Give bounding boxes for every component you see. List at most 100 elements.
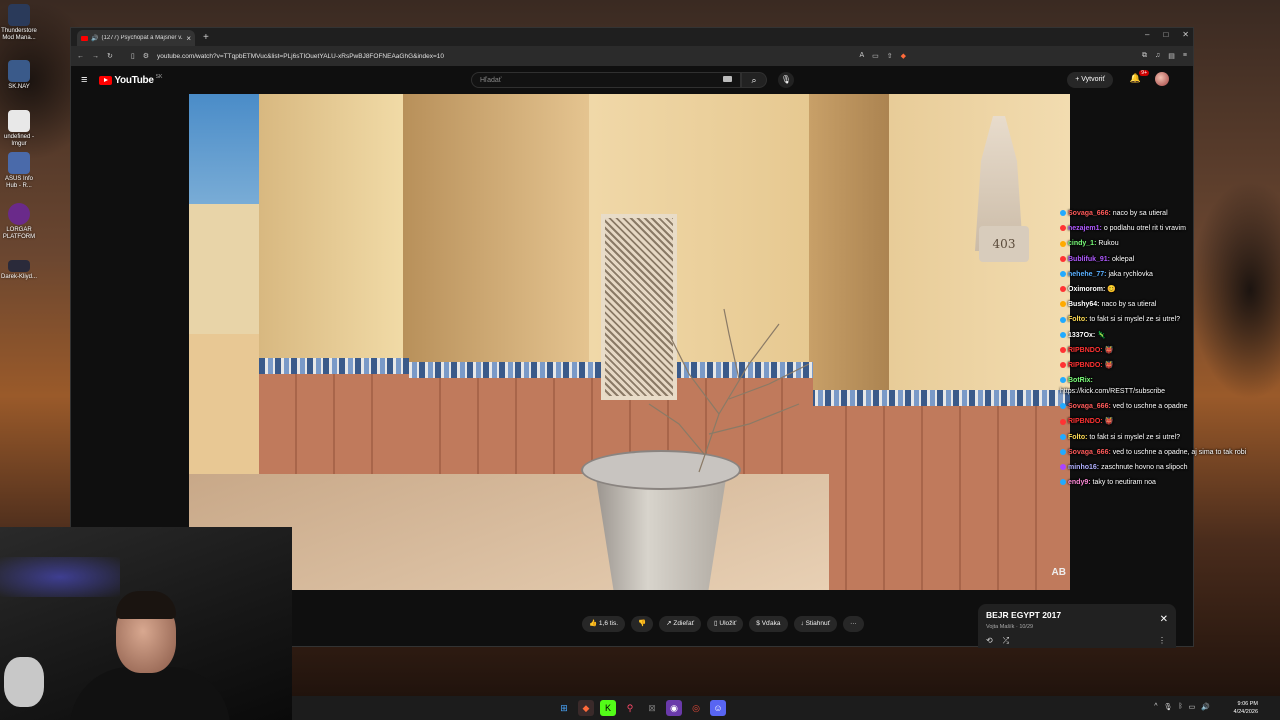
minimize-button[interactable]: – xyxy=(1145,30,1149,39)
chat-username: Sovaga_666: xyxy=(1068,210,1111,217)
tab-close-icon[interactable]: × xyxy=(186,34,191,43)
chat-username: cindy_1: xyxy=(1068,240,1097,248)
video-tile-wall-3 xyxy=(809,406,1070,590)
shuffle-icon[interactable]: ⤮ xyxy=(1003,636,1009,646)
share-button[interactable]: ↗ Zdieľať xyxy=(659,616,702,632)
search-icon: ⌕ xyxy=(751,75,757,85)
loop-icon[interactable]: ⟲ xyxy=(986,636,993,646)
chat-line: 1337Ox: 🦎 xyxy=(1060,328,1260,343)
brave-browser-icon[interactable]: ◆ xyxy=(578,700,594,716)
desktop-icon-label: SK.NAY xyxy=(8,84,30,90)
url-text[interactable]: youtube.com/watch?v=TTqpbETMVuc&list=PLj… xyxy=(157,53,444,60)
search-button[interactable]: ⌕ xyxy=(741,72,767,88)
volume-icon[interactable]: 🔊 xyxy=(1201,703,1210,711)
playlist-title[interactable]: BEJR EGYPT 2017 xyxy=(986,610,1061,620)
chat-username: RIPBNDO: xyxy=(1068,346,1103,354)
chat-message: 👹 xyxy=(1104,346,1114,354)
cast-icon[interactable]: ▭ xyxy=(872,52,879,60)
create-button[interactable]: + Vytvoriť xyxy=(1067,72,1113,88)
avatar[interactable] xyxy=(1155,72,1169,86)
share-label: Zdieľať xyxy=(673,620,695,627)
bluetooth-icon[interactable]: ᛒ xyxy=(1178,703,1182,711)
download-button[interactable]: ↓ Stiahnuť xyxy=(793,616,838,632)
sidebar-icon[interactable]: ▤ xyxy=(1168,52,1175,60)
youtube-logo[interactable]: YouTube SK xyxy=(99,74,162,86)
media-icon[interactable]: ♫ xyxy=(1155,52,1160,60)
save-button[interactable]: ▯ Uložiť xyxy=(707,616,744,632)
playlist-controls: ⟲ ⤮ xyxy=(986,636,1009,646)
chat-badge-icon xyxy=(1060,479,1066,486)
xbox-icon[interactable]: ⊠ xyxy=(644,700,660,716)
forward-icon[interactable]: → xyxy=(92,53,99,60)
asus-icon xyxy=(8,152,30,174)
chat-badge-icon xyxy=(1060,225,1066,232)
chat-badge-icon xyxy=(1060,418,1066,425)
desktop-icon-darek[interactable]: Darek-Kliyd... xyxy=(0,260,38,281)
discord-icon[interactable]: ☺ xyxy=(710,700,726,716)
chat-badge-icon xyxy=(1060,301,1066,308)
chat-username: nezajem1: xyxy=(1068,225,1102,233)
chrome-icon[interactable]: ◎ xyxy=(688,700,704,716)
toolbar-right: A ▭ ⇧ ◆ ⧉ ♫ ▤ ≡ xyxy=(859,52,1187,60)
desktop-icon-thunderstore[interactable]: Thunderstore Mod Mana... xyxy=(0,4,38,42)
network-icon[interactable]: ▭ xyxy=(1189,703,1196,711)
bookmark-icon[interactable]: ▯ xyxy=(131,52,135,60)
notifications-badge: 9+ xyxy=(1139,70,1149,76)
reload-icon[interactable]: ↻ xyxy=(107,52,113,60)
desktop-icon-asus[interactable]: ASUS Info Hub - R... xyxy=(0,152,38,190)
extensions-icon[interactable]: ⧉ xyxy=(1142,52,1147,60)
like-button[interactable]: 👍 1,6 tis. xyxy=(582,616,626,632)
video-wall-column xyxy=(259,94,409,384)
chat-message: 😊 xyxy=(1107,286,1117,294)
brave-shield-icon[interactable]: ◆ xyxy=(901,52,906,60)
search-input[interactable]: Hľadať xyxy=(471,72,741,88)
chat-username: Bublifuk_91: xyxy=(1068,255,1111,263)
chat-line: RIPBNDO: 👹 xyxy=(1060,343,1260,358)
lorgar-icon xyxy=(8,203,30,225)
mic-tray-icon[interactable]: 🎙 xyxy=(1164,703,1173,711)
share-icon[interactable]: ⇧ xyxy=(887,52,893,60)
voice-search-button[interactable]: 🎙 xyxy=(778,72,794,88)
windows-start-icon[interactable]: ⊞ xyxy=(556,700,572,716)
kick-app-icon[interactable]: K xyxy=(600,700,616,716)
chat-badge-icon xyxy=(1060,449,1066,455)
thanks-button[interactable]: $ Vďaka xyxy=(749,616,788,632)
maximize-button[interactable]: □ xyxy=(1163,30,1168,39)
more-actions-button[interactable]: ··· xyxy=(843,616,864,632)
chat-username: nehehe_77: xyxy=(1068,270,1107,278)
dislike-button[interactable]: 👎 xyxy=(631,616,654,632)
close-window-button[interactable]: ✕ xyxy=(1182,30,1189,39)
menu-icon[interactable]: ≡ xyxy=(1183,52,1187,60)
tray-chevron-icon[interactable]: ^ xyxy=(1154,703,1157,711)
chat-message: Rukou xyxy=(1098,240,1119,248)
video-player[interactable]: 403 AB xyxy=(189,94,1070,590)
site-info-icon[interactable]: ⚙ xyxy=(143,52,149,60)
url-box[interactable]: ▯ ⚙ youtube.com/watch?v=TTqpbETMVuc&list… xyxy=(120,49,852,63)
tab-youtube[interactable]: 🔊 (1277) Psychopat a Majsner v... × xyxy=(77,30,195,46)
video-tile-band-3 xyxy=(809,390,1070,406)
map-pin-icon[interactable]: ⚲ xyxy=(622,700,638,716)
obs-icon[interactable]: ◉ xyxy=(666,700,682,716)
back-icon[interactable]: ← xyxy=(77,53,84,60)
playlist-more-icon[interactable]: ⋮ xyxy=(1158,636,1166,645)
keyboard-icon[interactable] xyxy=(723,76,732,82)
translate-icon[interactable]: A xyxy=(859,52,864,60)
desktop-icon-label: ASUS Info Hub - R... xyxy=(4,176,33,189)
chat-username: Folto: xyxy=(1068,433,1088,441)
video-plaque: 403 xyxy=(979,226,1029,262)
chat-message: naco by sa utieral xyxy=(1101,301,1157,309)
hamburger-menu-icon[interactable]: ≡ xyxy=(81,74,87,86)
chat-badge-icon xyxy=(1060,240,1066,247)
chat-badge-icon xyxy=(1060,210,1066,217)
audio-icon: 🔊 xyxy=(91,35,99,42)
new-tab-button[interactable]: + xyxy=(203,32,209,43)
desktop-icon-sknay[interactable]: SK.NAY xyxy=(0,60,38,91)
desktop-icon-lorgar[interactable]: LORGAR PLATFORM xyxy=(0,203,38,241)
webcam-plush-toy xyxy=(4,657,44,707)
playlist-close-icon[interactable]: ✕ xyxy=(1160,614,1168,625)
taskbar-clock[interactable]: 9:06 PM 4/24/2026 xyxy=(1234,700,1258,716)
desktop-icon-imgur[interactable]: undefined - Imgur xyxy=(0,110,38,148)
chat-badge-icon xyxy=(1060,346,1066,353)
video-tile-band-1 xyxy=(259,358,409,374)
chat-badge-icon xyxy=(1060,362,1066,369)
